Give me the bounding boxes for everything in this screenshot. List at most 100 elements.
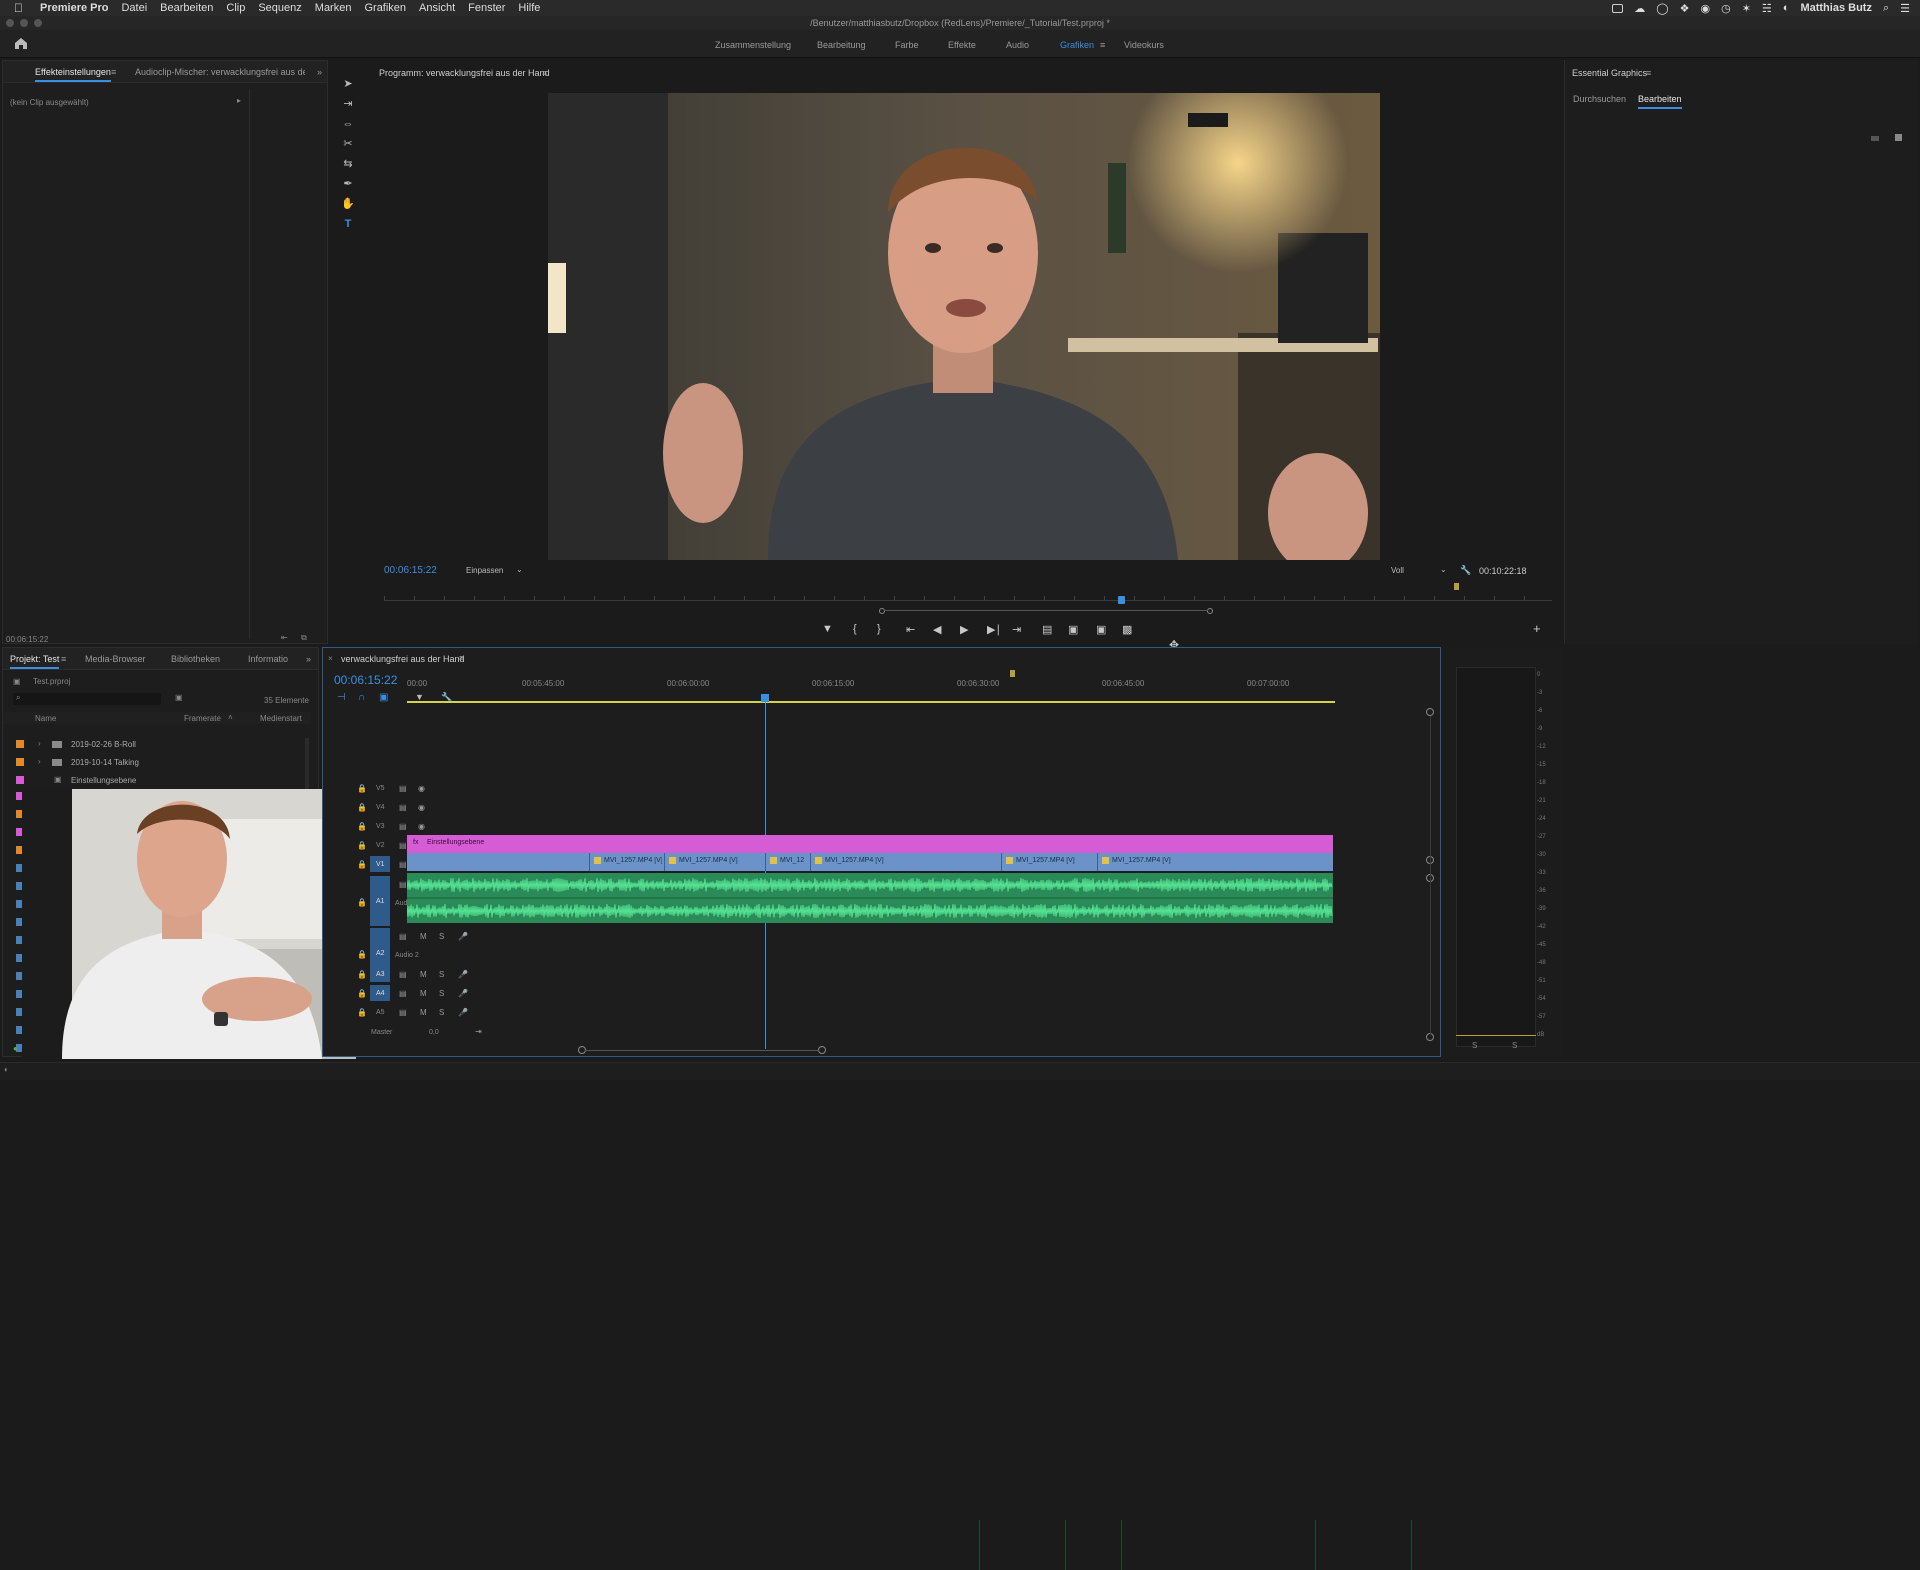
type-tool-icon[interactable]: T	[341, 217, 355, 231]
tab-durchsuchen[interactable]: Durchsuchen	[1573, 94, 1626, 104]
panel-menu-icon[interactable]: ≡	[111, 67, 116, 77]
menu-datei[interactable]: Datei	[121, 2, 147, 14]
quality-chevron-down-icon[interactable]: ⌄	[1440, 565, 1447, 574]
dropbox-icon[interactable]: ❖	[1680, 2, 1690, 15]
workspace-grafiken[interactable]: Grafiken	[1060, 40, 1094, 50]
creative-cloud-icon[interactable]: ◯	[1656, 2, 1668, 15]
sync-lock-icon[interactable]: ▤	[399, 784, 407, 793]
list-item[interactable]: › 2019-10-14 Talking	[3, 756, 303, 770]
essential-graphics-menu-icon[interactable]: ≡	[1646, 68, 1651, 78]
track-lock-icon[interactable]: 🔒	[357, 898, 367, 907]
project-menu-icon[interactable]: ≡	[61, 654, 66, 664]
menu-fenster[interactable]: Fenster	[468, 2, 505, 14]
sync-icon[interactable]: ◉	[1700, 2, 1710, 15]
expand-arrow-icon[interactable]: ▸	[237, 96, 241, 105]
timeline-timecode[interactable]: 00:06:15:22	[334, 673, 397, 687]
hand-tool-icon[interactable]: ✋	[341, 197, 355, 211]
track-lock-icon[interactable]: 🔒	[357, 950, 367, 959]
tab-effekteinstellungen[interactable]: Effekteinstellungen	[35, 67, 111, 82]
sync-lock-icon[interactable]: ▤	[399, 932, 407, 941]
wrench-icon[interactable]: 🔧	[1460, 565, 1471, 576]
track-label-a3[interactable]: A3	[376, 971, 385, 978]
solo-icon[interactable]: S	[439, 1008, 444, 1017]
panel-overflow-icon[interactable]: »	[317, 67, 322, 77]
track-label-a2[interactable]: A2	[376, 950, 385, 957]
track-select-tool-icon[interactable]: ⇥	[341, 97, 355, 111]
track-lock-icon[interactable]: 🔒	[357, 841, 367, 850]
track-label-a4[interactable]: A4	[376, 990, 385, 997]
tab-bearbeiten[interactable]: Bearbeiten	[1638, 94, 1682, 109]
sync-lock-icon[interactable]: ▤	[399, 860, 407, 869]
vscroll-handle-top[interactable]	[1426, 708, 1434, 716]
hscroll-handle-right[interactable]	[818, 1046, 826, 1054]
eye-icon[interactable]: ◉	[418, 822, 425, 831]
zoom-handle-right[interactable]	[1207, 608, 1213, 614]
project-overflow-icon[interactable]: »	[306, 654, 311, 664]
ripple-edit-tool-icon[interactable]: ⇔	[341, 117, 355, 131]
audio-clip-boundary[interactable]	[1121, 1520, 1122, 1570]
menu-sequenz[interactable]: Sequenz	[258, 2, 301, 14]
clock-icon[interactable]: ◷	[1721, 2, 1731, 15]
vertical-scrollbar[interactable]	[1430, 716, 1431, 1034]
menu-ansicht[interactable]: Ansicht	[419, 2, 455, 14]
notification-center-icon[interactable]: ☰	[1900, 2, 1910, 15]
go-to-out-icon[interactable]: ⇥	[1012, 623, 1021, 636]
mute-icon[interactable]: M	[420, 1008, 427, 1017]
sequence-tab[interactable]: verwacklungsfrei aus der Hand	[341, 654, 465, 664]
zoom-handle-left[interactable]	[879, 608, 885, 614]
home-icon[interactable]	[14, 37, 28, 50]
list-item[interactable]: › 2019-02-26 B-Roll	[3, 738, 303, 752]
sync-lock-icon[interactable]: ▤	[399, 1008, 407, 1017]
effect-settings-icon[interactable]: ⧉	[301, 633, 307, 643]
snap-magnet-icon[interactable]: ∩	[358, 692, 365, 703]
track-lock-icon[interactable]: 🔒	[357, 970, 367, 979]
track-lock-icon[interactable]: 🔒	[357, 784, 367, 793]
time-ruler[interactable]: 00:00 00:05:45:00 00:06:00:00 00:06:15:0…	[407, 679, 1357, 693]
column-name[interactable]: Name	[35, 714, 56, 723]
menu-app[interactable]: Premiere Pro	[40, 2, 108, 14]
workspace-zusammenstellung[interactable]: Zusammenstellung	[715, 40, 791, 50]
video-clip[interactable]: MVI_1257.MP4 [V]	[664, 853, 764, 871]
mute-icon[interactable]: M	[420, 932, 427, 941]
tab-media-browser[interactable]: Media-Browser	[85, 654, 146, 664]
program-scrubber-track[interactable]	[384, 600, 1552, 601]
workspace-bearbeitung[interactable]: Bearbeitung	[817, 40, 866, 50]
program-video-frame[interactable]	[548, 93, 1380, 560]
tab-bibliotheken[interactable]: Bibliotheken	[171, 654, 220, 664]
video-clip[interactable]: MVI_1257.MP4 [V]	[1097, 853, 1185, 871]
track-lock-icon[interactable]: 🔒	[357, 822, 367, 831]
track-label-a1[interactable]: A1	[376, 898, 385, 905]
audio-clip-boundary[interactable]	[1411, 1520, 1412, 1570]
menubar-user[interactable]: Matthias Butz	[1800, 2, 1872, 14]
selection-tool-icon[interactable]: ➤	[341, 77, 355, 91]
meter-solo-left[interactable]: S	[1472, 1041, 1477, 1050]
nest-toggle-icon[interactable]: ⊣	[337, 692, 346, 703]
workspace-videokurs[interactable]: Videokurs	[1124, 40, 1164, 50]
menu-grafiken[interactable]: Grafiken	[364, 2, 406, 14]
fit-chevron-down-icon[interactable]: ⌄	[516, 565, 523, 574]
spotlight-search-icon[interactable]: ⌕	[1883, 2, 1889, 15]
expand-chevron-icon[interactable]: ›	[38, 739, 41, 748]
lock-icon[interactable]: ●	[13, 1044, 18, 1053]
track-lock-icon[interactable]: 🔒	[357, 860, 367, 869]
adjustment-layer-clip[interactable]: fx Einstellungsebene	[407, 835, 1333, 853]
add-marker-icon[interactable]: ▼	[822, 623, 833, 635]
close-sequence-icon[interactable]: ×	[328, 654, 333, 663]
video-clip[interactable]: MVI_1257.MP4 [V]	[589, 853, 663, 871]
lift-icon[interactable]: ▤	[1042, 623, 1052, 636]
work-area-bar[interactable]	[407, 701, 1335, 703]
workspace-menu-icon[interactable]: ≡	[1100, 40, 1105, 50]
sync-lock-icon[interactable]: ▤	[399, 970, 407, 979]
program-marker[interactable]	[1454, 583, 1459, 590]
program-monitor-menu-icon[interactable]: ≡	[542, 68, 547, 78]
sync-lock-icon[interactable]: ▤	[399, 841, 407, 850]
mark-out-icon[interactable]: }	[877, 623, 881, 635]
cloud-icon[interactable]: ☁	[1634, 2, 1645, 15]
timeline-playhead-handle[interactable]	[761, 694, 769, 702]
mute-icon[interactable]: M	[420, 989, 427, 998]
expand-chevron-icon[interactable]: ›	[38, 757, 41, 766]
effect-export-icon[interactable]: ⇤	[281, 633, 288, 642]
project-search-input[interactable]	[13, 693, 161, 705]
extract-icon[interactable]: ▣	[1068, 623, 1078, 636]
wifi-icon[interactable]: ☵	[1762, 2, 1772, 15]
